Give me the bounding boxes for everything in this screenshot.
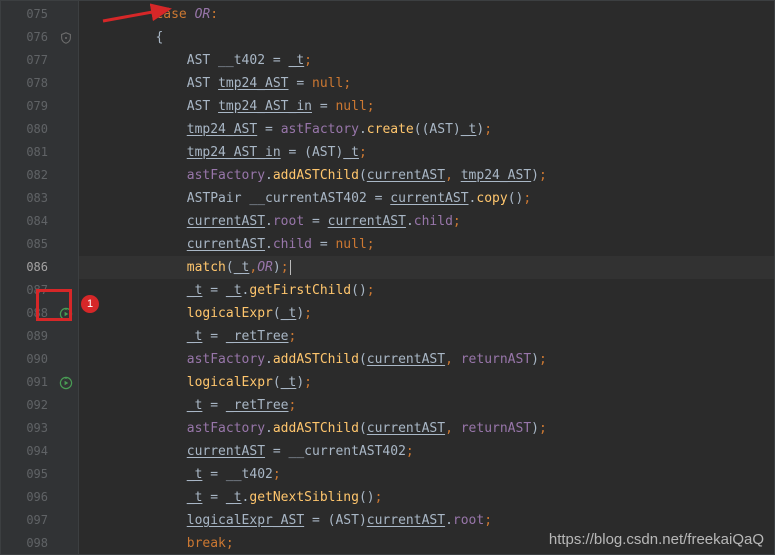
editor-container: 075076 077078079080081082083084085086087… [1, 1, 774, 554]
line-number[interactable]: 081 [1, 141, 78, 164]
code-line[interactable]: logicalExpr(_t); [79, 371, 774, 394]
code-line[interactable]: _t = _retTree; [79, 325, 774, 348]
line-number[interactable]: 083 [1, 187, 78, 210]
code-line[interactable]: currentAST.root = currentAST.child; [79, 210, 774, 233]
line-number[interactable]: 080 [1, 118, 78, 141]
code-line[interactable]: AST tmp24_AST = null; [79, 72, 774, 95]
code-line[interactable]: AST __t402 = _t; [79, 49, 774, 72]
code-line[interactable]: _t = _t.getNextSibling(); [79, 486, 774, 509]
line-number[interactable]: 076 [1, 26, 78, 49]
line-number[interactable]: 098 [1, 532, 78, 555]
code-line[interactable]: _t = _retTree; [79, 394, 774, 417]
line-number[interactable]: 085 [1, 233, 78, 256]
inspection-shield-icon[interactable] [58, 30, 74, 46]
code-line[interactable]: currentAST.child = null; [79, 233, 774, 256]
line-number[interactable]: 090 [1, 348, 78, 371]
line-number[interactable]: 077 [1, 49, 78, 72]
line-number[interactable]: 093 [1, 417, 78, 440]
code-line[interactable]: ASTPair __currentAST402 = currentAST.cop… [79, 187, 774, 210]
code-line[interactable]: _t = __t402; [79, 463, 774, 486]
line-number[interactable]: 091 [1, 371, 78, 394]
line-number[interactable]: 089 [1, 325, 78, 348]
line-number[interactable]: 075 [1, 3, 78, 26]
code-line[interactable]: logicalExpr(_t); [79, 302, 774, 325]
annotation-arrow [99, 1, 179, 25]
code-line[interactable]: _t = _t.getFirstChild(); [79, 279, 774, 302]
run-recursive-icon[interactable] [58, 375, 74, 391]
line-number[interactable]: 094 [1, 440, 78, 463]
line-number[interactable]: 082 [1, 164, 78, 187]
code-area[interactable]: case OR: { AST __t402 = _t; AST tmp24_AS… [79, 1, 774, 554]
line-number[interactable]: 095 [1, 463, 78, 486]
annotation-box [36, 289, 72, 321]
line-number[interactable]: 086 [1, 256, 78, 279]
code-line[interactable]: { [79, 26, 774, 49]
code-line[interactable]: AST tmp24_AST_in = null; [79, 95, 774, 118]
code-line[interactable]: currentAST = __currentAST402; [79, 440, 774, 463]
code-line[interactable]: case OR: [79, 3, 774, 26]
code-line[interactable]: tmp24_AST = astFactory.create((AST)_t); [79, 118, 774, 141]
code-line[interactable]: astFactory.addASTChild(currentAST, retur… [79, 417, 774, 440]
code-line[interactable]: astFactory.addASTChild(currentAST, tmp24… [79, 164, 774, 187]
code-line[interactable]: logicalExpr_AST = (AST)currentAST.root; [79, 509, 774, 532]
gutter: 075076 077078079080081082083084085086087… [1, 1, 79, 554]
line-number[interactable]: 097 [1, 509, 78, 532]
watermark-text: https://blog.csdn.net/freekaiQaQ [549, 531, 764, 548]
line-number[interactable]: 078 [1, 72, 78, 95]
line-number[interactable]: 079 [1, 95, 78, 118]
annotation-badge: 1 [81, 295, 99, 313]
code-line[interactable]: match(_t,OR); [79, 256, 774, 279]
code-line[interactable]: astFactory.addASTChild(currentAST, retur… [79, 348, 774, 371]
line-number[interactable]: 092 [1, 394, 78, 417]
line-number[interactable]: 096 [1, 486, 78, 509]
code-line[interactable]: tmp24_AST_in = (AST)_t; [79, 141, 774, 164]
line-number[interactable]: 084 [1, 210, 78, 233]
